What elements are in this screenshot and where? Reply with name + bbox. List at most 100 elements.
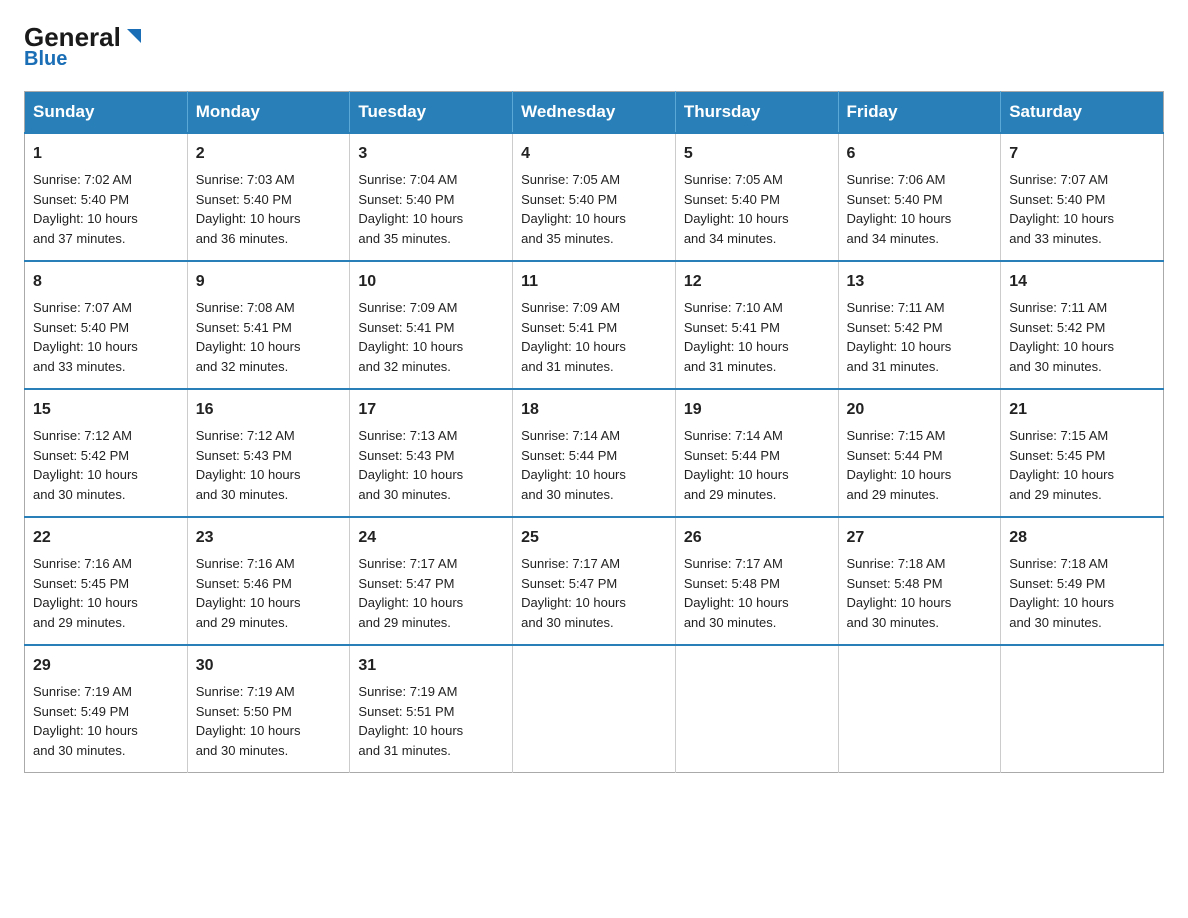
day-number: 15 — [33, 398, 179, 422]
day-number: 19 — [684, 398, 830, 422]
logo-blue: Blue — [24, 48, 67, 71]
calendar-cell: 1 Sunrise: 7:02 AMSunset: 5:40 PMDaylight… — [25, 133, 188, 261]
day-number: 27 — [847, 526, 993, 550]
day-number: 9 — [196, 270, 342, 294]
day-number: 24 — [358, 526, 504, 550]
header-day-saturday: Saturday — [1001, 92, 1164, 134]
day-info: Sunrise: 7:09 AMSunset: 5:41 PMDaylight:… — [521, 300, 626, 374]
header-day-sunday: Sunday — [25, 92, 188, 134]
day-info: Sunrise: 7:11 AMSunset: 5:42 PMDaylight:… — [847, 300, 952, 374]
calendar-cell: 5 Sunrise: 7:05 AMSunset: 5:40 PMDaylight… — [675, 133, 838, 261]
calendar-cell: 29 Sunrise: 7:19 AMSunset: 5:49 PMDayligh… — [25, 645, 188, 773]
header-day-thursday: Thursday — [675, 92, 838, 134]
calendar-cell: 11 Sunrise: 7:09 AMSunset: 5:41 PMDayligh… — [513, 261, 676, 389]
calendar-cell: 21 Sunrise: 7:15 AMSunset: 5:45 PMDayligh… — [1001, 389, 1164, 517]
logo: General Blue — [24, 24, 145, 71]
calendar-cell: 16Sunrise: 7:12 AMSunset: 5:43 PMDayligh… — [187, 389, 350, 517]
day-info: Sunrise: 7:03 AMSunset: 5:40 PMDaylight:… — [196, 172, 301, 246]
calendar-cell: 17 Sunrise: 7:13 AMSunset: 5:43 PMDayligh… — [350, 389, 513, 517]
calendar-cell: 28 Sunrise: 7:18 AMSunset: 5:49 PMDayligh… — [1001, 517, 1164, 645]
day-info: Sunrise: 7:16 AMSunset: 5:46 PMDaylight:… — [196, 556, 301, 630]
day-info: Sunrise: 7:15 AMSunset: 5:45 PMDaylight:… — [1009, 428, 1114, 502]
day-number: 22 — [33, 526, 179, 550]
calendar-cell: 6 Sunrise: 7:06 AMSunset: 5:40 PMDaylight… — [838, 133, 1001, 261]
calendar-cell: 25Sunrise: 7:17 AMSunset: 5:47 PMDayligh… — [513, 517, 676, 645]
day-info: Sunrise: 7:05 AMSunset: 5:40 PMDaylight:… — [521, 172, 626, 246]
day-number: 29 — [33, 654, 179, 678]
day-number: 5 — [684, 142, 830, 166]
calendar-cell — [838, 645, 1001, 773]
day-number: 14 — [1009, 270, 1155, 294]
calendar-cell: 12 Sunrise: 7:10 AMSunset: 5:41 PMDayligh… — [675, 261, 838, 389]
day-number: 10 — [358, 270, 504, 294]
day-info: Sunrise: 7:07 AMSunset: 5:40 PMDaylight:… — [33, 300, 138, 374]
day-info: Sunrise: 7:09 AMSunset: 5:41 PMDaylight:… — [358, 300, 463, 374]
day-info: Sunrise: 7:05 AMSunset: 5:40 PMDaylight:… — [684, 172, 789, 246]
day-info: Sunrise: 7:19 AMSunset: 5:49 PMDaylight:… — [33, 684, 138, 758]
calendar-cell: 23Sunrise: 7:16 AMSunset: 5:46 PMDayligh… — [187, 517, 350, 645]
day-info: Sunrise: 7:18 AMSunset: 5:48 PMDaylight:… — [847, 556, 952, 630]
calendar-cell: 22 Sunrise: 7:16 AMSunset: 5:45 PMDayligh… — [25, 517, 188, 645]
day-number: 17 — [358, 398, 504, 422]
day-number: 2 — [196, 142, 342, 166]
day-number: 26 — [684, 526, 830, 550]
header-day-friday: Friday — [838, 92, 1001, 134]
calendar-cell: 15Sunrise: 7:12 AMSunset: 5:42 PMDayligh… — [25, 389, 188, 517]
day-number: 3 — [358, 142, 504, 166]
day-number: 12 — [684, 270, 830, 294]
day-number: 30 — [196, 654, 342, 678]
calendar-cell: 13 Sunrise: 7:11 AMSunset: 5:42 PMDayligh… — [838, 261, 1001, 389]
day-info: Sunrise: 7:18 AMSunset: 5:49 PMDaylight:… — [1009, 556, 1114, 630]
calendar-cell — [1001, 645, 1164, 773]
day-info: Sunrise: 7:19 AMSunset: 5:51 PMDaylight:… — [358, 684, 463, 758]
calendar-cell: 27 Sunrise: 7:18 AMSunset: 5:48 PMDayligh… — [838, 517, 1001, 645]
day-number: 7 — [1009, 142, 1155, 166]
day-number: 25 — [521, 526, 667, 550]
calendar-cell: 3Sunrise: 7:04 AMSunset: 5:40 PMDaylight… — [350, 133, 513, 261]
day-number: 8 — [33, 270, 179, 294]
day-number: 1 — [33, 142, 179, 166]
day-number: 6 — [847, 142, 993, 166]
calendar-week-row: 15Sunrise: 7:12 AMSunset: 5:42 PMDayligh… — [25, 389, 1164, 517]
day-info: Sunrise: 7:14 AMSunset: 5:44 PMDaylight:… — [684, 428, 789, 502]
calendar-cell: 9Sunrise: 7:08 AMSunset: 5:41 PMDaylight… — [187, 261, 350, 389]
day-number: 13 — [847, 270, 993, 294]
header-day-monday: Monday — [187, 92, 350, 134]
calendar-cell: 24 Sunrise: 7:17 AMSunset: 5:47 PMDayligh… — [350, 517, 513, 645]
calendar-table: SundayMondayTuesdayWednesdayThursdayFrid… — [24, 91, 1164, 773]
header-day-wednesday: Wednesday — [513, 92, 676, 134]
day-info: Sunrise: 7:02 AMSunset: 5:40 PMDaylight:… — [33, 172, 138, 246]
day-number: 4 — [521, 142, 667, 166]
calendar-cell: 10 Sunrise: 7:09 AMSunset: 5:41 PMDayligh… — [350, 261, 513, 389]
day-number: 18 — [521, 398, 667, 422]
day-info: Sunrise: 7:13 AMSunset: 5:43 PMDaylight:… — [358, 428, 463, 502]
day-info: Sunrise: 7:07 AMSunset: 5:40 PMDaylight:… — [1009, 172, 1114, 246]
day-info: Sunrise: 7:06 AMSunset: 5:40 PMDaylight:… — [847, 172, 952, 246]
calendar-cell: 2 Sunrise: 7:03 AMSunset: 5:40 PMDaylight… — [187, 133, 350, 261]
day-number: 28 — [1009, 526, 1155, 550]
calendar-week-row: 8 Sunrise: 7:07 AMSunset: 5:40 PMDaylight… — [25, 261, 1164, 389]
calendar-cell: 14 Sunrise: 7:11 AMSunset: 5:42 PMDayligh… — [1001, 261, 1164, 389]
day-number: 21 — [1009, 398, 1155, 422]
calendar-cell: 19 Sunrise: 7:14 AMSunset: 5:44 PMDayligh… — [675, 389, 838, 517]
calendar-week-row: 22 Sunrise: 7:16 AMSunset: 5:45 PMDayligh… — [25, 517, 1164, 645]
day-info: Sunrise: 7:15 AMSunset: 5:44 PMDaylight:… — [847, 428, 952, 502]
day-number: 11 — [521, 270, 667, 294]
header-day-tuesday: Tuesday — [350, 92, 513, 134]
day-info: Sunrise: 7:12 AMSunset: 5:43 PMDaylight:… — [196, 428, 301, 502]
day-info: Sunrise: 7:16 AMSunset: 5:45 PMDaylight:… — [33, 556, 138, 630]
logo-general: General — [24, 24, 121, 50]
calendar-cell: 31 Sunrise: 7:19 AMSunset: 5:51 PMDayligh… — [350, 645, 513, 773]
day-number: 20 — [847, 398, 993, 422]
day-info: Sunrise: 7:17 AMSunset: 5:48 PMDaylight:… — [684, 556, 789, 630]
day-info: Sunrise: 7:10 AMSunset: 5:41 PMDaylight:… — [684, 300, 789, 374]
calendar-week-row: 1 Sunrise: 7:02 AMSunset: 5:40 PMDaylight… — [25, 133, 1164, 261]
day-info: Sunrise: 7:11 AMSunset: 5:42 PMDaylight:… — [1009, 300, 1114, 374]
calendar-cell — [675, 645, 838, 773]
calendar-cell: 18Sunrise: 7:14 AMSunset: 5:44 PMDayligh… — [513, 389, 676, 517]
day-number: 31 — [358, 654, 504, 678]
calendar-cell: 7 Sunrise: 7:07 AMSunset: 5:40 PMDaylight… — [1001, 133, 1164, 261]
day-info: Sunrise: 7:17 AMSunset: 5:47 PMDaylight:… — [358, 556, 463, 630]
calendar-cell: 30Sunrise: 7:19 AMSunset: 5:50 PMDayligh… — [187, 645, 350, 773]
calendar-cell: 8 Sunrise: 7:07 AMSunset: 5:40 PMDaylight… — [25, 261, 188, 389]
